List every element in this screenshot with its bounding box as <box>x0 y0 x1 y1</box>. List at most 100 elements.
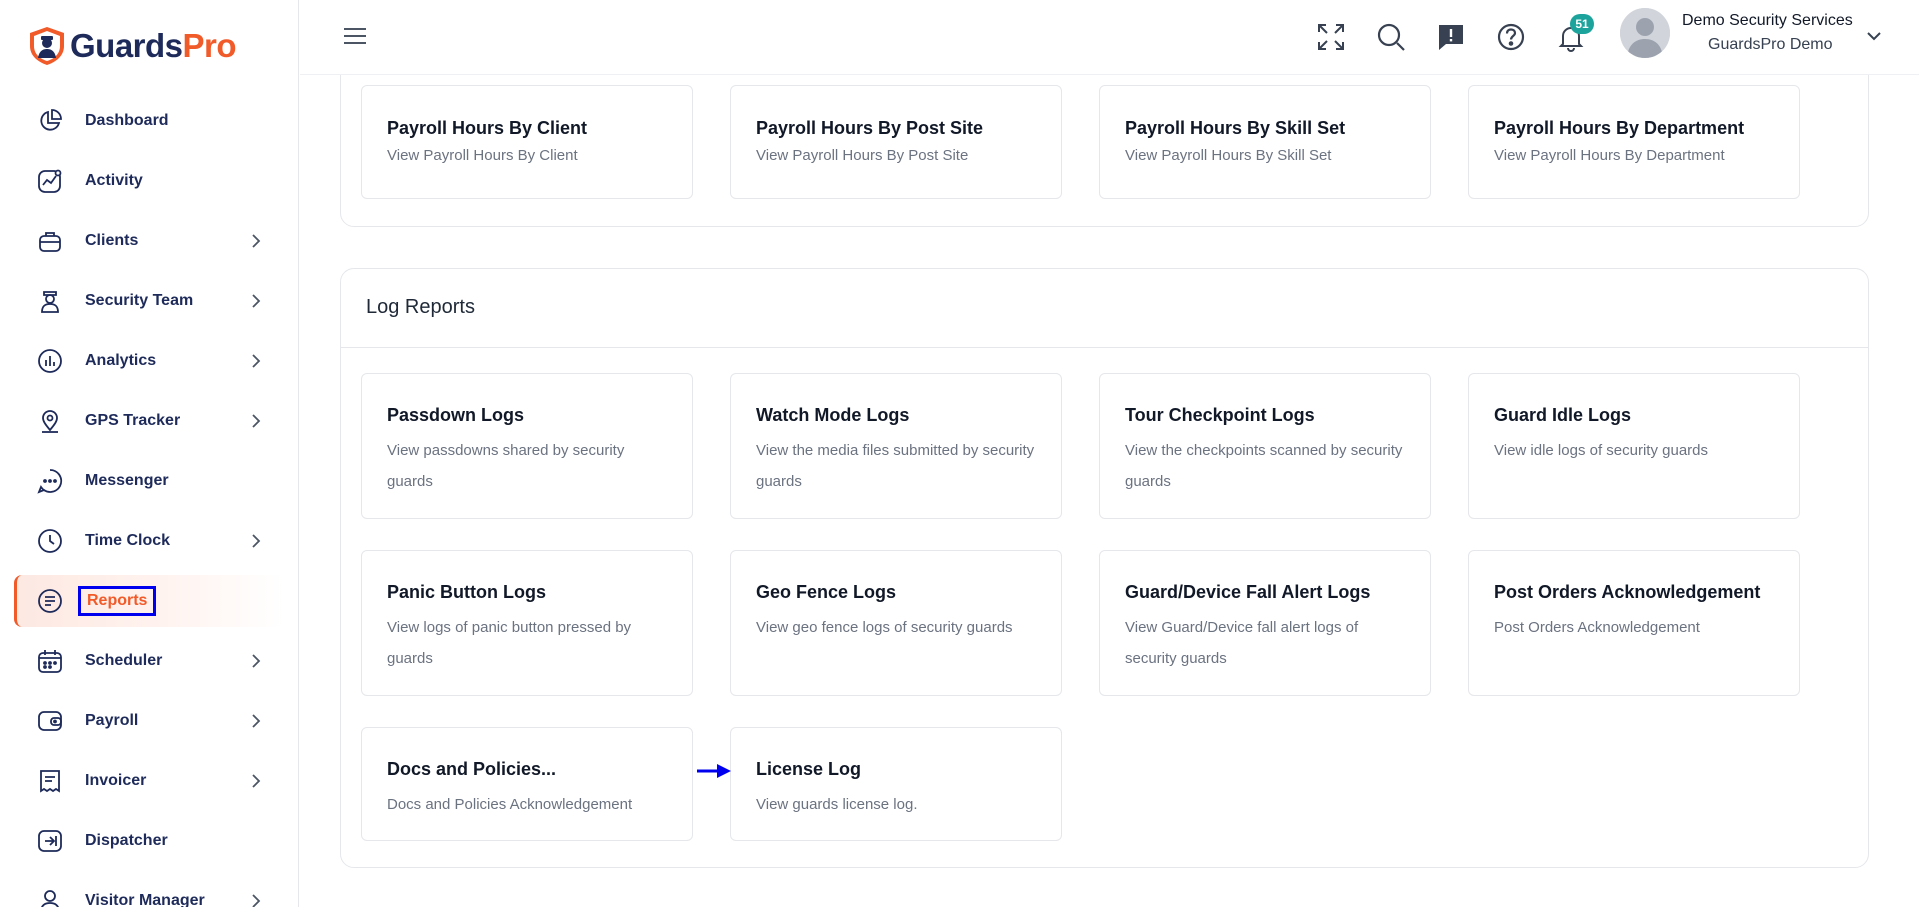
report-card-tour-checkpoint-logs[interactable]: Tour Checkpoint Logs View the checkpoint… <box>1099 373 1431 519</box>
brand-part-pro: Pro <box>182 27 237 64</box>
sidebar-item-activity[interactable]: Activity <box>14 155 284 207</box>
fullscreen-icon[interactable] <box>1316 22 1346 52</box>
card-title: Geo Fence Logs <box>756 582 897 602</box>
brand-part-guards: Guards <box>70 27 183 64</box>
card-description: View passdowns shared by security guards <box>387 442 625 490</box>
chevron-down-icon[interactable] <box>1864 26 1884 46</box>
clock-icon <box>36 527 64 555</box>
guard-icon <box>36 287 64 315</box>
card-description: View Payroll Hours By Post Site <box>756 147 969 164</box>
sidebar-item-visitor-manager[interactable]: Visitor Manager <box>14 875 284 907</box>
brand-name: GuardsPro <box>70 27 237 65</box>
report-card-watch-mode-logs[interactable]: Watch Mode Logs View the media files sub… <box>730 373 1062 519</box>
card-description: View Payroll Hours By Skill Set <box>1125 147 1332 164</box>
sidebar-item-reports[interactable]: Reports <box>14 575 284 627</box>
report-card-payroll-hours-by-skill-set[interactable]: Payroll Hours By Skill Set View Payroll … <box>1099 85 1431 199</box>
section-divider <box>341 347 1868 348</box>
sidebar-item-payroll[interactable]: Payroll <box>14 695 284 747</box>
sidebar-nav: Dashboard Activity Clients Security Team… <box>14 95 284 907</box>
sidebar-item-gps-tracker[interactable]: GPS Tracker <box>14 395 284 447</box>
user-name[interactable]: Demo Security Services <box>1682 12 1853 30</box>
report-card-post-orders-acknowledgement[interactable]: Post Orders Acknowledgement Post Orders … <box>1468 550 1800 696</box>
card-title: Payroll Hours By Department <box>1494 118 1745 138</box>
analytics-icon <box>36 347 64 375</box>
card-description: View Guard/Device fall alert logs of sec… <box>1125 619 1359 667</box>
sidebar-item-security-team[interactable]: Security Team <box>14 275 284 327</box>
card-description: View the media files submitted by securi… <box>756 442 1035 490</box>
sidebar-item-dispatcher[interactable]: Dispatcher <box>14 815 284 867</box>
report-card-geo-fence-logs[interactable]: Geo Fence Logs View geo fence logs of se… <box>730 550 1062 696</box>
sidebar-item-label: Activity <box>85 172 143 189</box>
card-title: Panic Button Logs <box>387 582 546 602</box>
card-description: Docs and Policies Acknowledgement <box>387 796 633 813</box>
sidebar-item-label: Scheduler <box>85 652 163 669</box>
sidebar-item-label: Payroll <box>85 712 139 729</box>
help-icon[interactable] <box>1496 22 1526 52</box>
card-title: Post Orders Acknowledgement <box>1494 582 1761 602</box>
card-title: Guard Idle Logs <box>1494 405 1632 425</box>
sidebar-item-messenger[interactable]: Messenger <box>14 455 284 507</box>
section-title: Log Reports <box>366 296 475 318</box>
report-card-panic-button-logs[interactable]: Panic Button Logs View logs of panic but… <box>361 550 693 696</box>
card-title: Guard/Device Fall Alert Logs <box>1125 582 1371 602</box>
card-title: Docs and Policies... <box>387 759 557 779</box>
hamburger-menu-icon[interactable] <box>343 26 367 46</box>
card-description: View guards license log. <box>756 796 918 813</box>
main-content: Payroll Hours By Client View Payroll Hou… <box>300 55 1919 907</box>
pointer-arrow-icon <box>697 764 731 778</box>
sidebar-item-invoicer[interactable]: Invoicer <box>14 755 284 807</box>
sidebar-item-label: Dispatcher <box>85 832 168 849</box>
chevron-right-icon <box>252 294 261 308</box>
card-description: View the checkpoints scanned by security… <box>1125 442 1403 490</box>
chevron-right-icon <box>252 894 261 907</box>
card-description: View Payroll Hours By Department <box>1494 147 1725 164</box>
card-title: Tour Checkpoint Logs <box>1125 405 1315 425</box>
sidebar-item-analytics[interactable]: Analytics <box>14 335 284 387</box>
location-pin-icon <box>36 407 64 435</box>
visitor-icon <box>36 887 64 907</box>
guardspro-logo[interactable]: GuardsPro <box>28 26 237 66</box>
card-title: License Log <box>756 759 862 779</box>
top-header <box>300 0 1919 75</box>
sidebar-item-clients[interactable]: Clients <box>14 215 284 267</box>
invoice-icon <box>36 767 64 795</box>
card-description: View logs of panic button pressed by gua… <box>387 619 632 667</box>
dashboard-icon <box>36 107 64 135</box>
sidebar-item-time-clock[interactable]: Time Clock <box>14 515 284 567</box>
card-description: Post Orders Acknowledgement <box>1494 619 1700 636</box>
sidebar-item-label: Dashboard <box>85 112 169 129</box>
card-description: View idle logs of security guards <box>1494 442 1708 459</box>
sidebar: GuardsPro Dashboard Activity Clients Sec… <box>0 0 299 907</box>
sidebar-item-scheduler[interactable]: Scheduler <box>14 635 284 687</box>
card-title: Watch Mode Logs <box>756 405 910 425</box>
sidebar-item-label: Time Clock <box>85 532 171 549</box>
sidebar-item-label: Messenger <box>85 472 169 489</box>
notification-badge: 51 <box>1570 14 1594 34</box>
report-card-passdown-logs[interactable]: Passdown Logs View passdowns shared by s… <box>361 373 693 519</box>
avatar[interactable] <box>1620 8 1670 58</box>
card-description: View geo fence logs of security guards <box>756 619 1013 636</box>
chevron-right-icon <box>252 534 261 548</box>
report-card-payroll-hours-by-department[interactable]: Payroll Hours By Department View Payroll… <box>1468 85 1800 199</box>
report-card-payroll-hours-by-post-site[interactable]: Payroll Hours By Post Site View Payroll … <box>730 85 1062 199</box>
calendar-icon <box>36 647 64 675</box>
chat-icon <box>36 467 64 495</box>
report-card-docs-and-policies[interactable]: Docs and Policies... Docs and Policies A… <box>361 727 693 841</box>
card-title: Payroll Hours By Skill Set <box>1125 118 1346 138</box>
feedback-icon[interactable] <box>1436 22 1466 52</box>
chevron-right-icon <box>252 414 261 428</box>
report-card-guard-idle-logs[interactable]: Guard Idle Logs View idle logs of securi… <box>1468 373 1800 519</box>
report-card-payroll-hours-by-client[interactable]: Payroll Hours By Client View Payroll Hou… <box>361 85 693 199</box>
sidebar-item-dashboard[interactable]: Dashboard <box>14 95 284 147</box>
report-card-license-log[interactable]: License Log View guards license log. <box>730 727 1062 841</box>
card-title: Payroll Hours By Post Site <box>756 118 984 138</box>
search-icon[interactable] <box>1376 22 1406 52</box>
report-card-fall-alert-logs[interactable]: Guard/Device Fall Alert Logs View Guard/… <box>1099 550 1431 696</box>
sidebar-item-label: Analytics <box>85 352 157 369</box>
wallet-icon <box>36 707 64 735</box>
sidebar-item-label: Reports <box>78 586 157 616</box>
sidebar-item-label: Clients <box>85 232 139 249</box>
user-organization[interactable]: GuardsPro Demo <box>1708 36 1833 54</box>
chevron-right-icon <box>252 234 261 248</box>
card-title: Passdown Logs <box>387 405 525 425</box>
